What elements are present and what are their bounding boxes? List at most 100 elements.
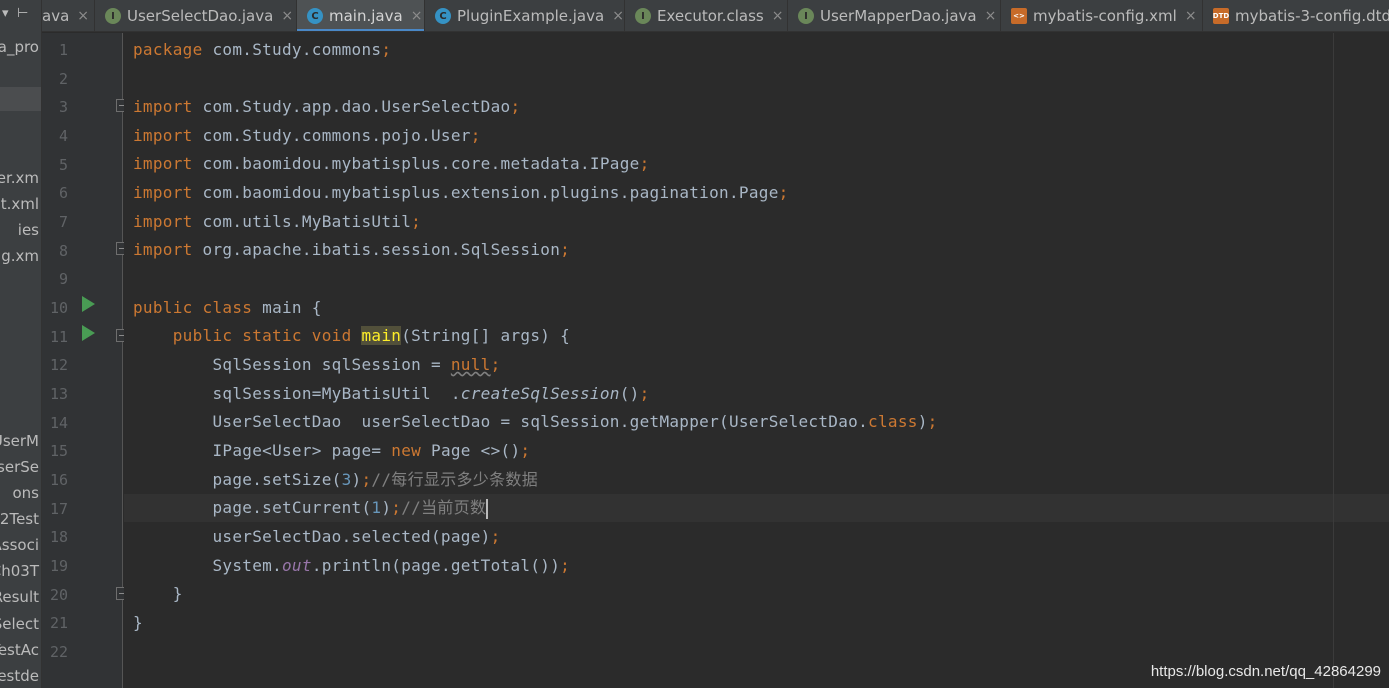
line-number: 14: [49, 414, 68, 432]
tree-item[interactable]: 2Test: [0, 510, 39, 528]
line-number: 11: [49, 328, 68, 346]
code-line-15[interactable]: IPage<User> page= new Page <>();: [133, 437, 530, 465]
code-line-10[interactable]: public class main {: [133, 294, 322, 322]
class-icon: C: [307, 8, 323, 24]
code-line-21[interactable]: }: [133, 609, 143, 637]
line-number: 12: [49, 356, 68, 374]
interface-icon: I: [105, 8, 121, 24]
right-margin-guide: [1333, 33, 1334, 688]
tab-plugin-example[interactable]: C PluginExample.java ×: [425, 0, 625, 31]
tab-label: PluginExample.java: [457, 7, 605, 25]
tree-item[interactable]: ons: [13, 484, 40, 502]
tree-item[interactable]: Select: [0, 615, 39, 633]
text-caret: [486, 498, 489, 519]
tab-label: main.java: [329, 7, 403, 25]
code-line-18[interactable]: userSelectDao.selected(page);: [133, 523, 501, 551]
interface-locked-icon: I: [635, 8, 651, 24]
code-line-8[interactable]: import org.apache.ibatis.session.SqlSess…: [133, 236, 570, 264]
tab-label: UserSelectDao.java: [127, 7, 274, 25]
selected-tree-row: [0, 87, 41, 111]
watermark-text: https://blog.csdn.net/qq_42864299: [1150, 663, 1381, 680]
tab-label: ava: [42, 7, 70, 25]
line-number: 20: [49, 586, 68, 604]
collapse-icon[interactable]: ⊢: [17, 6, 28, 21]
line-number: 1: [58, 41, 68, 59]
class-icon: C: [435, 8, 451, 24]
tab-executor-class[interactable]: I Executor.class ×: [625, 0, 788, 31]
run-gutter-icon[interactable]: [82, 325, 95, 341]
tab-label: Executor.class: [657, 7, 764, 25]
tab-partial-java[interactable]: ava ×: [42, 0, 95, 31]
code-line-5[interactable]: import com.baomidou.mybatisplus.core.met…: [133, 150, 650, 178]
tab-user-select-dao[interactable]: I UserSelectDao.java ×: [95, 0, 297, 31]
editor-tab-bar: ava × I UserSelectDao.java × C main.java…: [42, 0, 1389, 32]
close-icon[interactable]: ×: [772, 8, 784, 24]
tree-item[interactable]: TestAc: [0, 641, 39, 659]
code-line-6[interactable]: import com.baomidou.mybatisplus.extensio…: [133, 179, 789, 207]
tab-user-mapper-dao[interactable]: I UserMapperDao.java ×: [788, 0, 1001, 31]
line-number: 10: [49, 299, 68, 317]
tab-label: UserMapperDao.java: [820, 7, 977, 25]
line-number: 22: [49, 643, 68, 661]
close-icon[interactable]: ×: [985, 8, 997, 24]
tab-main-java[interactable]: C main.java ×: [297, 0, 425, 31]
code-line-19[interactable]: System.out.println(page.getTotal());: [133, 552, 570, 580]
code-line-17[interactable]: page.setCurrent(1);//当前页数: [133, 494, 489, 522]
code-line-4[interactable]: import com.Study.commons.pojo.User;: [133, 122, 481, 150]
tab-label: mybatis-3-config.dtd: [1235, 7, 1389, 25]
line-number: 13: [49, 385, 68, 403]
code-line-3[interactable]: import com.Study.app.dao.UserSelectDao;: [133, 93, 520, 121]
line-number: 4: [58, 127, 68, 145]
close-icon[interactable]: ×: [411, 8, 423, 24]
tab-mybatis-3-config-dtd[interactable]: DTD mybatis-3-config.dtd: [1203, 0, 1389, 31]
code-line-14[interactable]: UserSelectDao userSelectDao = sqlSession…: [133, 408, 938, 436]
close-icon[interactable]: ×: [612, 8, 624, 24]
code-line-7[interactable]: import com.utils.MyBatisUtil;: [133, 208, 421, 236]
line-number: 9: [58, 270, 68, 288]
code-line-16[interactable]: page.setSize(3);//每行显示多少条数据: [133, 466, 538, 494]
line-number: 8: [58, 242, 68, 260]
close-icon[interactable]: ×: [281, 8, 293, 24]
close-icon[interactable]: ×: [1185, 8, 1197, 24]
tree-item[interactable]: ig.xm: [0, 247, 39, 265]
code-line-20[interactable]: }: [133, 580, 183, 608]
interface-icon: I: [798, 8, 814, 24]
tree-item[interactable]: ies: [18, 221, 39, 239]
tree-item[interactable]: Testde: [0, 667, 39, 685]
editor-gutter: 1 2 3 4 5 6 7 8 9 10 11 12 13 14 15 16 1…: [42, 33, 123, 688]
line-number: 15: [49, 442, 68, 460]
xml-file-icon: <>: [1011, 8, 1027, 24]
tree-item[interactable]: per.xm: [0, 169, 39, 187]
tab-mybatis-config-xml[interactable]: <> mybatis-config.xml ×: [1001, 0, 1203, 31]
highlighted-usage: main: [361, 326, 402, 345]
line-number: 21: [49, 614, 68, 632]
line-number: 6: [58, 184, 68, 202]
line-number: 17: [49, 500, 68, 518]
code-editor[interactable]: package com.Study.commons; import com.St…: [124, 33, 1389, 688]
tree-item[interactable]: UserSe: [0, 458, 39, 476]
code-line-12[interactable]: SqlSession sqlSession = null;: [133, 351, 501, 379]
line-number: 5: [58, 156, 68, 174]
line-number: 18: [49, 528, 68, 546]
tree-item[interactable]: t.xml: [1, 195, 39, 213]
dtd-file-icon: DTD: [1213, 8, 1229, 24]
chevron-down-icon[interactable]: ▾: [2, 6, 9, 21]
line-number: 16: [49, 471, 68, 489]
project-toolbar: ▾ ⊢: [0, 0, 41, 32]
code-line-1[interactable]: package com.Study.commons;: [133, 36, 391, 64]
line-number: 3: [58, 98, 68, 116]
tree-item[interactable]: Result: [0, 588, 39, 606]
run-gutter-icon[interactable]: [82, 296, 95, 312]
code-line-13[interactable]: sqlSession=MyBatisUtil .createSqlSession…: [133, 380, 650, 408]
code-line-11[interactable]: public static void main(String[] args) {: [133, 322, 570, 350]
tree-item[interactable]: ea_pro: [0, 38, 39, 56]
tree-item[interactable]: Associ: [0, 536, 39, 554]
close-icon[interactable]: ×: [77, 8, 89, 24]
tree-item[interactable]: UserM: [0, 432, 39, 450]
line-number: 2: [58, 70, 68, 88]
project-panel: ▾ ⊢ ea_pro per.xm t.xml ies ig.xm UserM …: [0, 0, 42, 688]
line-number: 19: [49, 557, 68, 575]
line-number: 7: [58, 213, 68, 231]
warning-underline: null: [450, 355, 491, 374]
tree-item[interactable]: Ch03T: [0, 562, 39, 580]
